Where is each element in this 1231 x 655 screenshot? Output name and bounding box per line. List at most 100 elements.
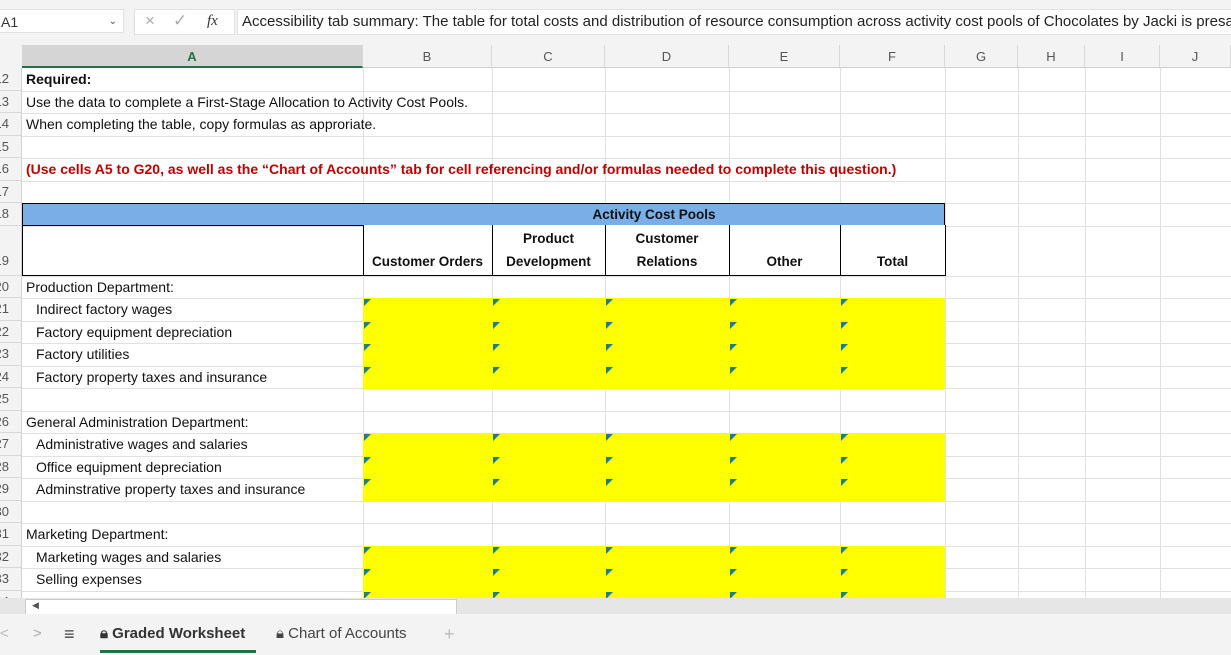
input-cell[interactable] <box>730 546 737 554</box>
input-cell[interactable] <box>493 479 500 486</box>
column-header-F[interactable]: F <box>840 45 945 68</box>
select-all-corner[interactable] <box>0 45 23 68</box>
input-cell[interactable] <box>364 344 371 351</box>
row-header[interactable]: 14 <box>0 113 22 136</box>
cell-text[interactable]: Marketing Department: <box>22 523 168 546</box>
input-cell[interactable] <box>841 546 848 554</box>
input-cell[interactable] <box>606 344 613 351</box>
cell-text[interactable]: (Use cells A5 to G20, as well as the “Ch… <box>22 158 896 181</box>
tab-chart-of-accounts[interactable]: 🔒︎ Chart of Accounts <box>276 622 407 650</box>
check-icon[interactable]: ✓ <box>173 10 187 32</box>
cell-text[interactable]: Administrative wages and salaries <box>32 433 248 456</box>
cell-text[interactable]: Required: <box>22 68 91 91</box>
row-header[interactable]: 12 <box>0 68 22 91</box>
cell-text[interactable]: Indirect factory wages <box>32 298 172 321</box>
input-cell[interactable] <box>364 569 371 576</box>
input-cell[interactable] <box>841 479 848 486</box>
row-header[interactable]: 20 <box>0 275 22 298</box>
column-header-A[interactable]: A <box>22 45 363 68</box>
input-cell[interactable] <box>730 299 737 306</box>
input-cell[interactable] <box>730 479 737 486</box>
input-cell[interactable] <box>841 456 848 464</box>
input-cell[interactable] <box>364 456 371 464</box>
row-header[interactable]: 32 <box>0 545 22 568</box>
chevron-down-icon[interactable]: ⌄ <box>109 10 117 34</box>
input-cell[interactable] <box>841 321 848 329</box>
column-header-C[interactable]: C <box>492 45 605 68</box>
name-box[interactable]: A1 ⌄ <box>0 9 124 33</box>
row-header[interactable]: 33 <box>0 568 22 591</box>
tab-next-icon[interactable]: > <box>33 622 42 650</box>
cell-text[interactable]: Factory utilities <box>32 343 129 366</box>
formula-input[interactable]: Accessibility tab summary: The table for… <box>237 9 1231 35</box>
input-cell[interactable] <box>730 344 737 351</box>
input-cell[interactable] <box>493 366 500 374</box>
column-header-D[interactable]: D <box>605 45 729 68</box>
input-cell[interactable] <box>606 479 613 486</box>
input-cell[interactable] <box>606 321 613 329</box>
input-cell[interactable] <box>606 456 613 464</box>
cell-text[interactable]: Factory property taxes and insurance <box>32 366 267 389</box>
input-cell[interactable] <box>841 569 848 576</box>
row-header[interactable]: 15 <box>0 135 22 158</box>
horizontal-scrollbar[interactable]: ◀ <box>0 598 1231 615</box>
tab-graded-worksheet[interactable]: 🔒︎ Graded Worksheet <box>100 622 256 653</box>
column-header-I[interactable]: I <box>1085 45 1160 68</box>
scroll-left-icon[interactable]: ◀ <box>32 600 39 611</box>
row-header[interactable]: 13 <box>0 90 22 113</box>
input-cell[interactable] <box>493 456 500 464</box>
cell-text[interactable]: General Administration Department: <box>22 411 249 434</box>
input-cell[interactable] <box>730 321 737 329</box>
row-header[interactable]: 29 <box>0 478 22 501</box>
row-header[interactable]: 27 <box>0 433 22 456</box>
cell-text[interactable]: Office equipment depreciation <box>32 456 222 479</box>
input-cell[interactable] <box>841 344 848 351</box>
input-cell[interactable] <box>606 546 613 554</box>
input-cell[interactable] <box>493 299 500 306</box>
input-cell[interactable] <box>841 434 848 441</box>
input-cell[interactable] <box>364 434 371 441</box>
input-cell[interactable] <box>364 366 371 374</box>
scrollbar-track[interactable] <box>25 599 457 615</box>
row-header[interactable]: 17 <box>0 180 22 203</box>
column-header-G[interactable]: G <box>945 45 1018 68</box>
input-cell[interactable] <box>841 366 848 374</box>
input-cell[interactable] <box>493 546 500 554</box>
fx-icon[interactable]: fx <box>207 10 218 32</box>
row-header[interactable]: 24 <box>0 365 22 388</box>
input-cell[interactable] <box>730 569 737 576</box>
cell-text[interactable]: Use the data to complete a First-Stage A… <box>22 91 468 114</box>
input-cell[interactable] <box>493 321 500 329</box>
tab-prev-icon[interactable]: < <box>0 622 9 650</box>
row-header[interactable]: 19 <box>0 225 22 276</box>
input-cell[interactable] <box>606 299 613 306</box>
row-header[interactable]: 23 <box>0 343 22 366</box>
row-header[interactable]: 30 <box>0 500 22 523</box>
input-cell[interactable] <box>364 321 371 329</box>
input-cell[interactable] <box>730 366 737 374</box>
input-cell[interactable] <box>606 366 613 374</box>
input-cell[interactable] <box>493 434 500 441</box>
input-cell[interactable] <box>493 569 500 576</box>
column-header-H[interactable]: H <box>1018 45 1085 68</box>
input-cell[interactable] <box>364 546 371 554</box>
cell-text[interactable]: Marketing wages and salaries <box>32 546 221 569</box>
row-header[interactable]: 25 <box>0 388 22 411</box>
column-header-E[interactable]: E <box>729 45 840 68</box>
cell-text[interactable]: Adminstrative property taxes and insuran… <box>32 478 305 501</box>
row-header[interactable]: 28 <box>0 455 22 478</box>
row-header[interactable]: 16 <box>0 158 22 181</box>
row-header[interactable]: 31 <box>0 523 22 546</box>
input-cell[interactable] <box>493 344 500 351</box>
cell-text[interactable]: Factory equipment depreciation <box>32 321 232 344</box>
add-sheet-button[interactable]: + <box>444 622 455 650</box>
row-header[interactable]: 22 <box>0 320 22 343</box>
input-cell[interactable] <box>364 479 371 486</box>
input-cell[interactable] <box>730 456 737 464</box>
sheet-list-icon[interactable]: ≡ <box>64 622 75 650</box>
input-cell[interactable] <box>606 569 613 576</box>
input-cell[interactable] <box>606 434 613 441</box>
row-header[interactable]: 26 <box>0 410 22 433</box>
cell-text[interactable]: When completing the table, copy formulas… <box>22 113 376 136</box>
cell-text[interactable]: Selling expenses <box>32 568 142 591</box>
